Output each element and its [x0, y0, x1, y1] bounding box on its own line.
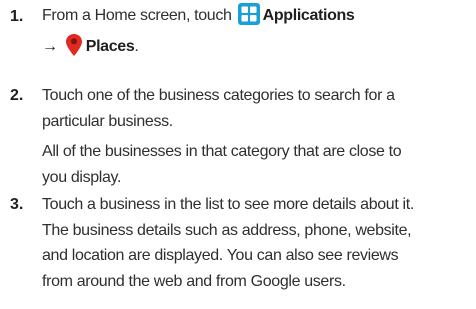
places-pin-icon: [65, 33, 82, 65]
arrow-glyph: →: [42, 37, 58, 55]
step-2-text: Touch one of the business categories to …: [42, 83, 468, 190]
applications-label: Applications: [262, 7, 355, 24]
step-3-text: Touch a business in the list to see more…: [42, 192, 468, 294]
step-2-line-3: All of the businesses in that category t…: [42, 143, 402, 160]
instructions-page: 1. From a Home screen, touch Application…: [0, 0, 476, 309]
places-label: Places: [85, 37, 135, 55]
applications-icon: [237, 3, 260, 34]
step-3-line-4: from around the web and from Google user…: [42, 272, 346, 290]
step-2-number: 2.: [10, 87, 24, 104]
step-3-line-3: and location are displayed. You can also…: [42, 247, 399, 264]
step-2-line-1: Touch one of the business categories to …: [42, 87, 395, 104]
step-2-line-2: particular business.: [42, 112, 173, 130]
step-1-line-1: From a Home screen, touch Applications: [42, 3, 468, 34]
step-1-number: 1.: [10, 8, 24, 25]
step-3-number: 3.: [10, 196, 24, 213]
step-2-line-4: you display.: [42, 168, 122, 186]
step-1-period: .: [134, 37, 139, 55]
step-1-prefix: From a Home screen, touch: [42, 7, 232, 24]
step-1-line-2: → Places.: [42, 33, 468, 65]
step-1-text: From a Home screen, touch Applications →: [42, 3, 468, 64]
step-3-line-1: Touch a business in the list to see more…: [42, 196, 414, 213]
step-3-line-2: The business details such as address, ph…: [42, 221, 412, 239]
